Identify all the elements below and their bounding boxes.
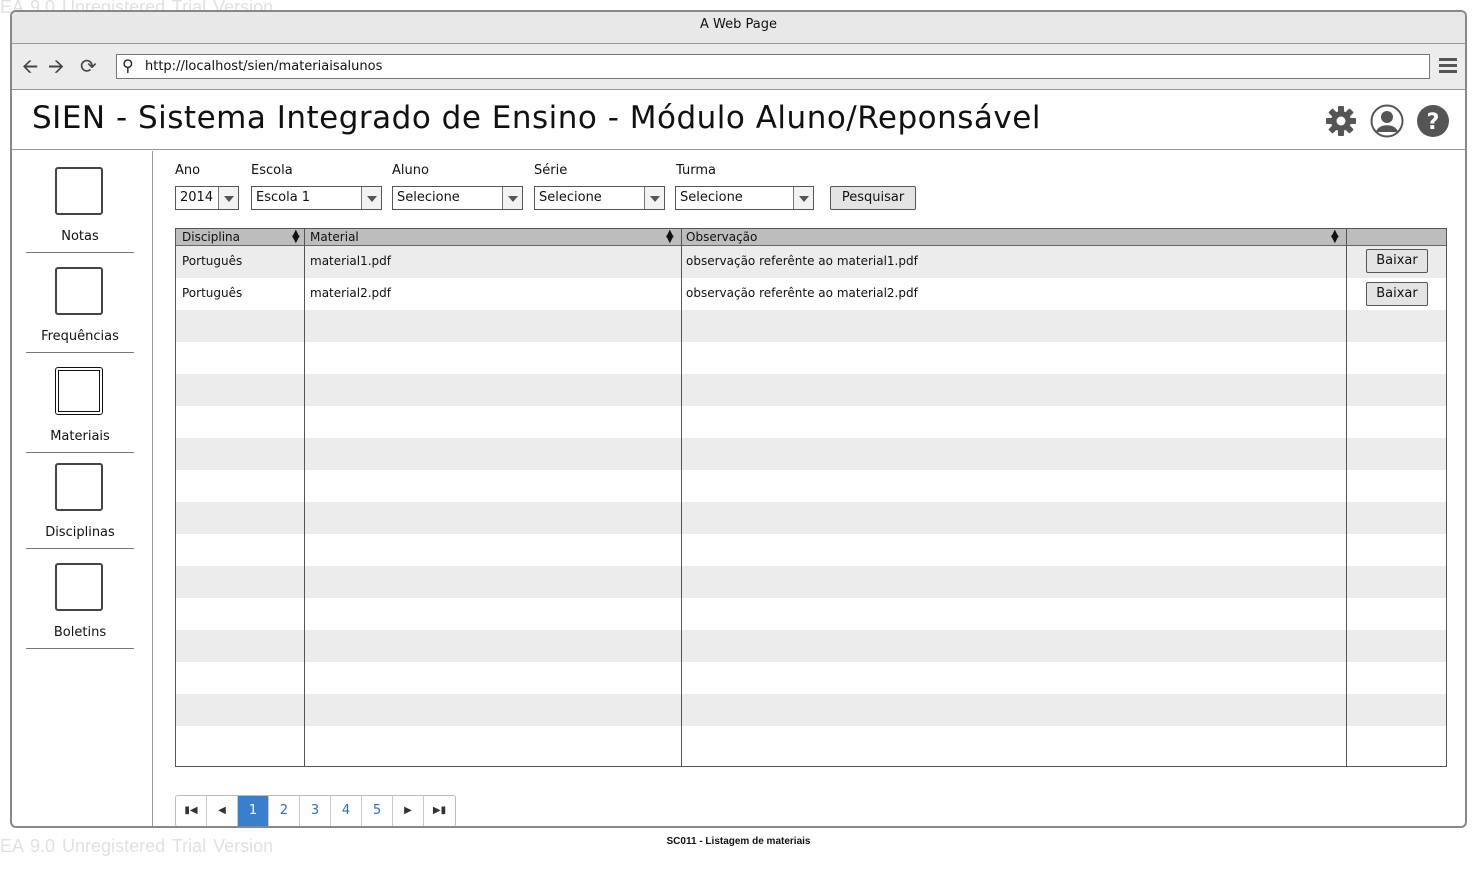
table-row	[176, 438, 1446, 470]
page-link[interactable]: 2	[269, 796, 300, 826]
table-row	[176, 566, 1446, 598]
sidebar-item-label: Notas	[61, 229, 99, 244]
hamburger-menu-icon[interactable]	[1439, 58, 1457, 74]
gear-icon[interactable]	[1324, 104, 1358, 138]
escola-select[interactable]: Escola 1	[251, 186, 382, 210]
page-link[interactable]: 5	[362, 796, 393, 826]
address-bar[interactable]: ⚲ http://localhost/sien/materiaisalunos	[116, 54, 1430, 79]
next-page-icon[interactable]: ▶	[393, 796, 424, 826]
window-title: A Web Page	[12, 12, 1465, 44]
sidebar-item-frequencias[interactable]: Frequências	[26, 257, 134, 353]
page-link[interactable]: 1	[238, 796, 269, 826]
chevron-down-icon	[644, 187, 664, 209]
browser-toolbar: 🡨 🡪 ⟳ ⚲ http://localhost/sien/materiaisa…	[12, 44, 1465, 90]
table-row	[176, 470, 1446, 502]
notas-icon	[55, 167, 103, 215]
sidebar-item-notas[interactable]: Notas	[26, 157, 134, 253]
aluno-select[interactable]: Selecione	[392, 186, 523, 210]
turma-label: Turma	[676, 163, 716, 178]
aluno-value: Selecione	[397, 190, 460, 205]
pagination: ▮◀ ◀ 1 2 3 4 5 ▶ ▶▮	[175, 795, 456, 826]
materiais-icon	[55, 367, 103, 415]
chevron-down-icon	[218, 187, 238, 209]
column-header-observacao[interactable]: Observação	[680, 229, 757, 246]
table-row	[176, 310, 1446, 342]
chevron-down-icon	[502, 187, 522, 209]
download-button[interactable]: Baixar	[1366, 282, 1428, 306]
table-header: Disciplina ▲ ▼ Material ▲ ▼ Observação ▲ ▼	[176, 229, 1446, 246]
serie-label: Série	[534, 163, 568, 178]
sidebar-item-label: Disciplinas	[45, 525, 115, 540]
sidebar-item-label: Materiais	[50, 429, 110, 444]
chevron-down-icon	[793, 187, 813, 209]
table-row	[176, 598, 1446, 630]
table-row	[176, 406, 1446, 438]
column-header-material[interactable]: Material	[304, 229, 359, 246]
search-button[interactable]: Pesquisar	[830, 186, 916, 210]
frequencias-icon	[55, 267, 103, 315]
help-icon[interactable]: ?	[1416, 104, 1450, 138]
sidebar: Notas Frequências Materiais Disciplinas …	[12, 151, 153, 826]
sidebar-item-materiais[interactable]: Materiais	[26, 357, 134, 453]
last-page-icon[interactable]: ▶▮	[424, 796, 455, 826]
cell-material: material1.pdf	[310, 254, 391, 268]
table-row	[176, 502, 1446, 534]
back-icon[interactable]: 🡨	[22, 56, 38, 76]
main-content: Ano 2014 Escola Escola 1 Aluno Selecione…	[154, 151, 1465, 826]
table-row	[176, 342, 1446, 374]
cell-disciplina: Português	[182, 286, 243, 300]
ano-value: 2014	[180, 190, 214, 205]
table-row	[176, 662, 1446, 694]
serie-select[interactable]: Selecione	[534, 186, 665, 210]
sidebar-item-label: Frequências	[41, 329, 119, 344]
previous-page-icon[interactable]: ◀	[207, 796, 238, 826]
ano-label: Ano	[175, 163, 201, 178]
forward-icon[interactable]: 🡪	[48, 56, 64, 76]
cell-observacao: observação referênte ao material1.pdf	[686, 254, 918, 268]
search-icon: ⚲	[122, 56, 134, 75]
column-header-disciplina[interactable]: Disciplina	[176, 229, 240, 246]
cell-material: material2.pdf	[310, 286, 391, 300]
browser-window: A Web Page 🡨 🡪 ⟳ ⚲ http://localhost/sien…	[10, 10, 1467, 828]
download-button[interactable]: Baixar	[1366, 249, 1428, 273]
svg-text:?: ?	[1427, 110, 1440, 135]
sort-icon[interactable]: ▲ ▼	[292, 229, 300, 245]
aluno-label: Aluno	[392, 163, 429, 178]
sort-icon[interactable]: ▲ ▼	[666, 229, 674, 245]
column-divider	[681, 229, 682, 766]
table-row	[176, 374, 1446, 406]
diagram-caption: SC011 - Listagem de materiais	[666, 836, 811, 847]
user-icon[interactable]	[1370, 104, 1404, 138]
page-link[interactable]: 3	[300, 796, 331, 826]
column-divider	[304, 229, 305, 766]
column-divider	[1346, 229, 1347, 766]
turma-value: Selecione	[680, 190, 743, 205]
table-row	[176, 534, 1446, 566]
cell-disciplina: Português	[182, 254, 243, 268]
ano-select[interactable]: 2014	[175, 186, 239, 210]
cell-observacao: observação referênte ao material2.pdf	[686, 286, 918, 300]
first-page-icon[interactable]: ▮◀	[176, 796, 207, 826]
serie-value: Selecione	[539, 190, 602, 205]
chevron-down-icon	[361, 187, 381, 209]
boletins-icon	[55, 563, 103, 611]
page-title: SIEN - Sistema Integrado de Ensino - Mód…	[32, 100, 1041, 136]
url-text: http://localhost/sien/materiaisalunos	[145, 59, 383, 74]
sidebar-item-label: Boletins	[53, 625, 107, 640]
escola-value: Escola 1	[256, 190, 311, 205]
disciplinas-icon	[55, 463, 103, 511]
turma-select[interactable]: Selecione	[675, 186, 814, 210]
escola-label: Escola	[251, 163, 293, 178]
sidebar-item-disciplinas[interactable]: Disciplinas	[26, 453, 134, 549]
materials-table: Disciplina ▲ ▼ Material ▲ ▼ Observação ▲ ▼ …	[175, 228, 1447, 767]
reload-icon[interactable]: ⟳	[80, 56, 97, 76]
sidebar-item-boletins[interactable]: Boletins	[26, 553, 134, 649]
page-link[interactable]: 4	[331, 796, 362, 826]
table-row	[176, 726, 1446, 758]
sort-icon[interactable]: ▲ ▼	[1331, 229, 1339, 245]
table-row	[176, 694, 1446, 726]
table-row	[176, 630, 1446, 662]
app-header: SIEN - Sistema Integrado de Ensino - Mód…	[12, 90, 1465, 150]
